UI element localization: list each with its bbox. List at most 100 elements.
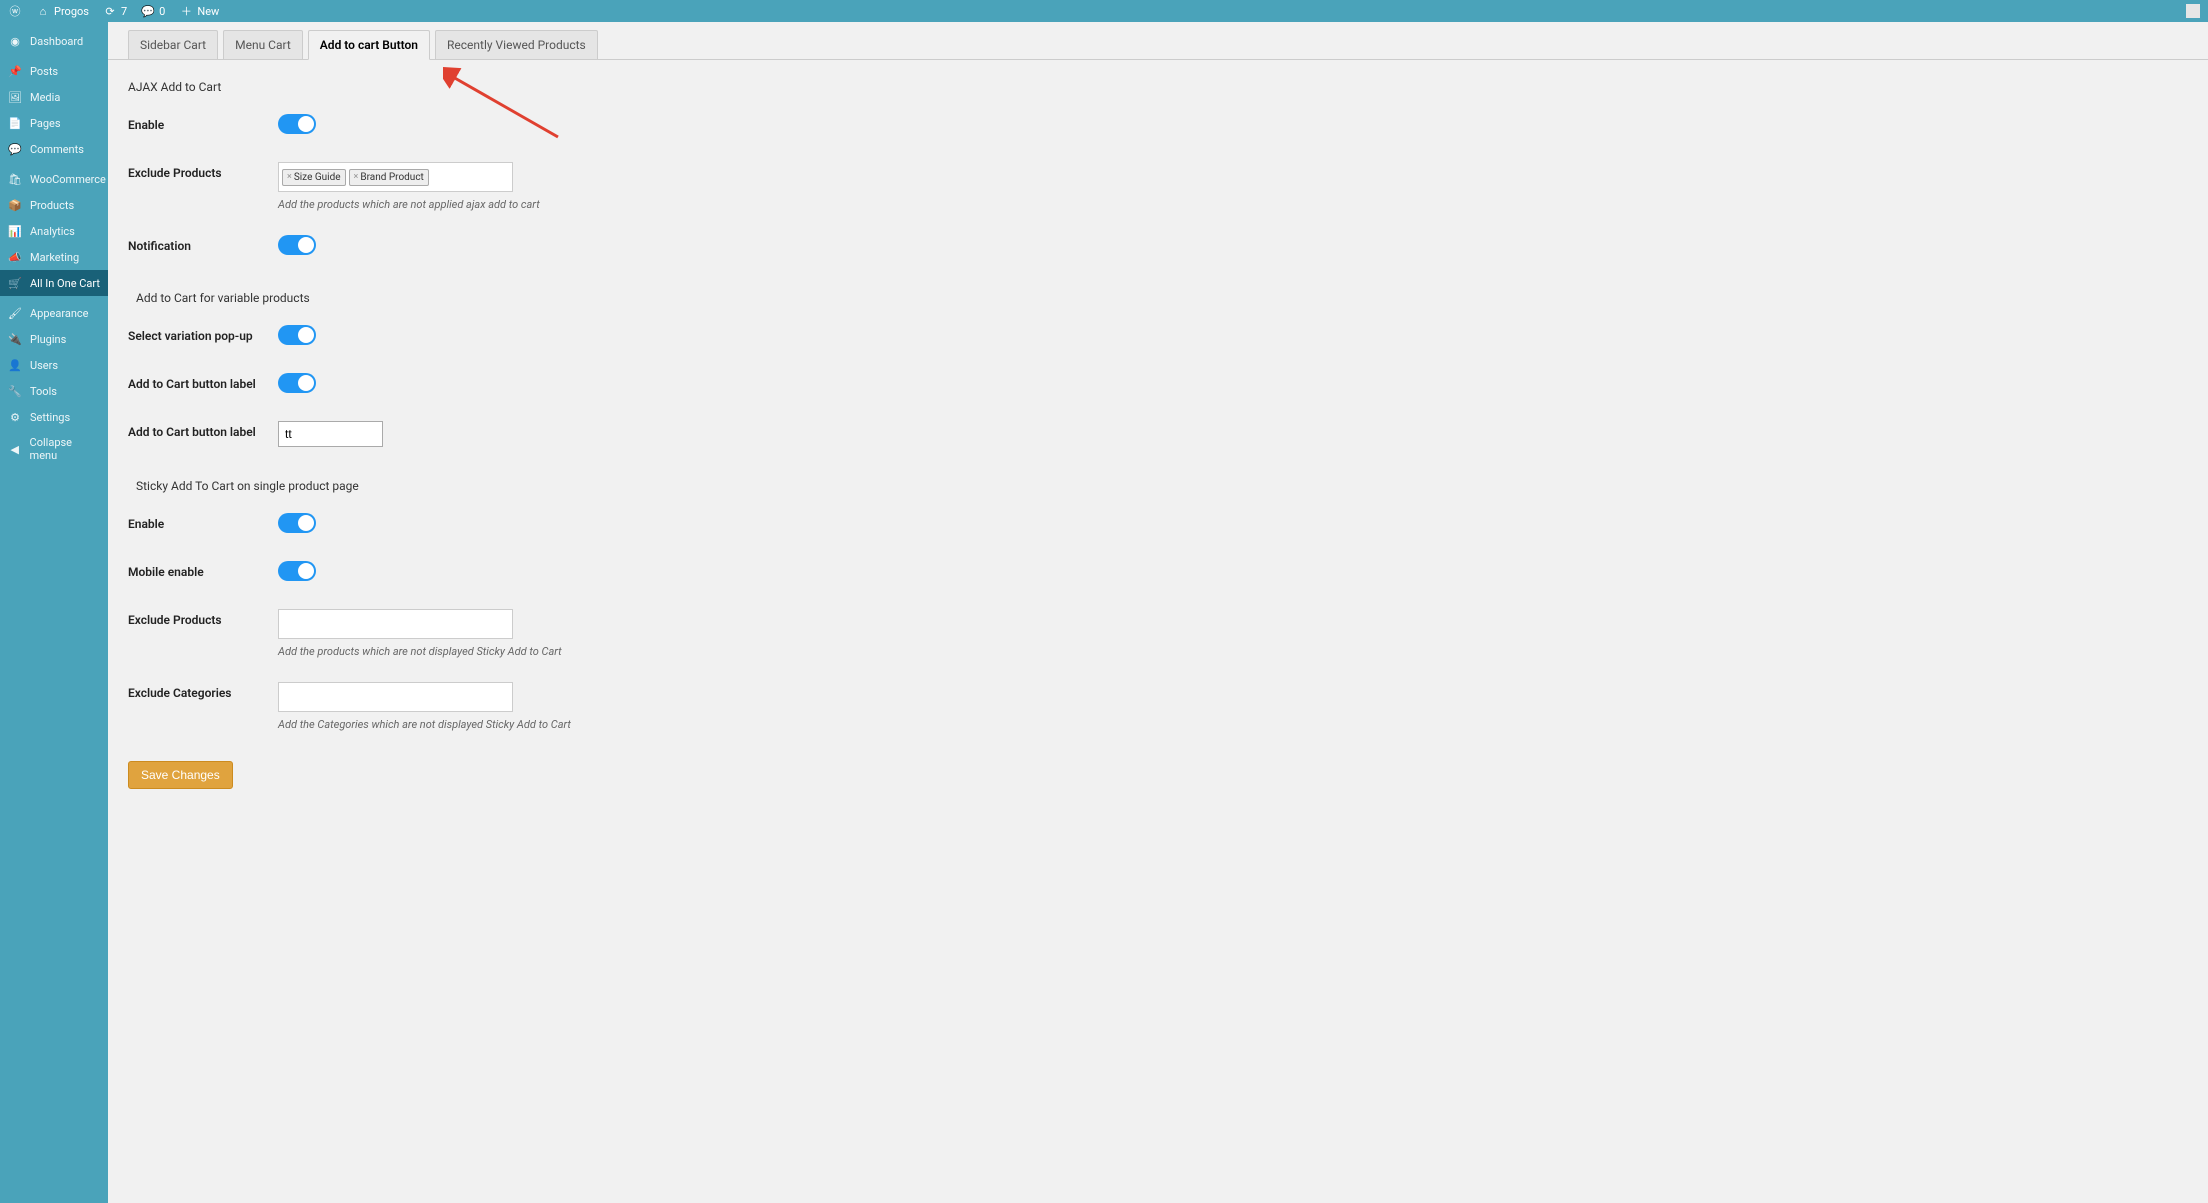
- media-icon: 🖼: [8, 90, 22, 104]
- sidebar-item-label: Collapse menu: [30, 436, 100, 462]
- sidebar-item-all-in-one-cart[interactable]: 🛒 All In One Cart: [0, 270, 108, 296]
- sidebar-item-dashboard[interactable]: ◉ Dashboard: [0, 28, 108, 54]
- label-ajax-notification: Notification: [128, 223, 278, 271]
- sidebar-item-plugins[interactable]: 🔌 Plugins: [0, 326, 108, 352]
- woocommerce-icon: 🛍: [8, 172, 22, 186]
- wp-logo[interactable]: ⓦ: [8, 4, 22, 18]
- plugins-icon: 🔌: [8, 332, 22, 346]
- toggle-button-label[interactable]: [278, 373, 316, 393]
- settings-icon: ⚙: [8, 410, 22, 424]
- save-button[interactable]: Save Changes: [128, 761, 233, 789]
- token-brand-product[interactable]: ×Brand Product: [349, 169, 429, 186]
- tools-icon: 🔧: [8, 384, 22, 398]
- updates-link[interactable]: ⟳7: [103, 4, 127, 18]
- pages-icon: 📄: [8, 116, 22, 130]
- sidebar-item-label: Settings: [30, 411, 70, 424]
- all-in-one-cart-icon: 🛒: [8, 276, 22, 290]
- sidebar-item-label: Appearance: [30, 307, 89, 320]
- sidebar-item-users[interactable]: 👤Users: [0, 352, 108, 378]
- collapse-icon: ◀: [8, 442, 22, 456]
- sidebar-item-appearance[interactable]: 🖌 Appearance: [0, 300, 108, 326]
- sidebar-item-label: All In One Cart: [30, 277, 100, 290]
- tab-recently-viewed[interactable]: Recently Viewed Products: [435, 30, 598, 59]
- section-title-variable: Add to Cart for variable products: [128, 271, 2188, 313]
- admin-sidebar: ◉ Dashboard 📌 Posts 🖼 Media 📄 Pages 💬 Comments 🛍 Wo…: [0, 22, 108, 1203]
- input-ajax-exclude-products[interactable]: ×Size Guide ×Brand Product: [278, 162, 513, 192]
- users-icon: 👤: [8, 358, 22, 372]
- wordpress-icon: ⓦ: [8, 4, 22, 18]
- token-label: Size Guide: [294, 172, 341, 183]
- sidebar-item-analytics[interactable]: 📊 Analytics: [0, 218, 108, 244]
- sidebar-item-collapse[interactable]: ◀ Collapse menu: [0, 430, 108, 468]
- comments-link[interactable]: 💬0: [141, 4, 165, 18]
- sidebar-item-tools[interactable]: 🔧 Tools: [0, 378, 108, 404]
- sidebar-item-label: Products: [30, 199, 74, 212]
- section-title-sticky: Sticky Add To Cart on single product pag…: [128, 459, 2188, 501]
- toggle-sticky-enable[interactable]: [278, 513, 316, 533]
- close-icon[interactable]: ×: [354, 172, 359, 182]
- sidebar-item-products[interactable]: 📦 Products: [0, 192, 108, 218]
- label-sticky-enable: Enable: [128, 501, 278, 549]
- token-size-guide[interactable]: ×Size Guide: [282, 169, 346, 186]
- label-ajax-enable: Enable: [128, 102, 278, 150]
- updates-icon: ⟳: [103, 4, 117, 18]
- input-button-label[interactable]: [278, 421, 383, 447]
- sidebar-item-posts[interactable]: 📌 Posts: [0, 58, 108, 84]
- label-ajax-exclude-products: Exclude Products: [128, 150, 278, 223]
- sidebar-item-label: Tools: [30, 385, 57, 398]
- comment-icon: 💬: [141, 4, 155, 18]
- marketing-icon: 📣: [8, 250, 22, 264]
- tab-add-to-cart-button[interactable]: Add to cart Button: [308, 30, 430, 60]
- site-name-link[interactable]: ⌂ Progos: [36, 4, 89, 18]
- products-icon: 📦: [8, 198, 22, 212]
- section-title-ajax: AJAX Add to Cart: [128, 60, 2188, 102]
- analytics-icon: 📊: [8, 224, 22, 238]
- sidebar-item-label: Marketing: [30, 251, 79, 264]
- sidebar-item-pages[interactable]: 📄 Pages: [0, 110, 108, 136]
- label-sticky-mobile: Mobile enable: [128, 549, 278, 597]
- sidebar-item-marketing[interactable]: 📣 Marketing: [0, 244, 108, 270]
- new-link[interactable]: ＋ New: [179, 4, 219, 18]
- content-area: Sidebar CartMenu CartAdd to cart ButtonR…: [108, 22, 2208, 1203]
- close-icon[interactable]: ×: [287, 172, 292, 182]
- sidebar-item-woocommerce[interactable]: 🛍 WooCommerce: [0, 166, 108, 192]
- sidebar-item-settings[interactable]: ⚙ Settings: [0, 404, 108, 430]
- sidebar-item-label: Analytics: [30, 225, 75, 238]
- site-name-text: Progos: [54, 5, 89, 18]
- sidebar-item-label: Pages: [30, 117, 61, 130]
- toggle-ajax-notification[interactable]: [278, 235, 316, 255]
- appearance-icon: 🖌: [8, 306, 22, 320]
- sidebar-item-media[interactable]: 🖼 Media: [0, 84, 108, 110]
- label-sticky-exclude-products: Exclude Products: [128, 597, 278, 670]
- plus-icon: ＋: [179, 4, 193, 18]
- token-label: Brand Product: [360, 172, 423, 183]
- sidebar-item-label: Posts: [30, 65, 58, 78]
- tab-menu-cart[interactable]: Menu Cart: [223, 30, 303, 59]
- input-sticky-exclude-categories[interactable]: [278, 682, 513, 712]
- dashboard-icon: ◉: [8, 34, 22, 48]
- label-button-label-toggle: Add to Cart button label: [128, 361, 278, 409]
- home-icon: ⌂: [36, 4, 50, 18]
- tab-sidebar-cart[interactable]: Sidebar Cart: [128, 30, 218, 59]
- comments-count: 0: [159, 5, 165, 18]
- admin-bar: ⓦ ⌂Progos ⟳7 💬0 ＋New: [0, 0, 2208, 22]
- toggle-ajax-enable[interactable]: [278, 114, 316, 134]
- comments-icon: 💬: [8, 142, 22, 156]
- input-sticky-exclude-products[interactable]: [278, 609, 513, 639]
- sidebar-item-comments[interactable]: 💬 Comments: [0, 136, 108, 162]
- sidebar-item-label: Media: [30, 91, 60, 104]
- sidebar-item-label: Dashboard: [30, 35, 83, 48]
- new-label: New: [197, 5, 219, 18]
- toggle-sticky-mobile[interactable]: [278, 561, 316, 581]
- toggle-variation-popup[interactable]: [278, 325, 316, 345]
- label-variation-popup: Select variation pop-up: [128, 313, 278, 361]
- sidebar-item-label: WooCommerce: [30, 173, 106, 186]
- sidebar-item-label: Comments: [30, 143, 84, 156]
- tabs: Sidebar CartMenu CartAdd to cart ButtonR…: [108, 22, 2208, 60]
- posts-icon: 📌: [8, 64, 22, 78]
- label-sticky-exclude-categories: Exclude Categories: [128, 670, 278, 743]
- sidebar-item-label: Plugins: [30, 333, 66, 346]
- desc-sticky-exclude-products: Add the products which are not displayed…: [278, 645, 2188, 658]
- user-avatar[interactable]: [2186, 4, 2200, 18]
- updates-count: 7: [121, 5, 127, 18]
